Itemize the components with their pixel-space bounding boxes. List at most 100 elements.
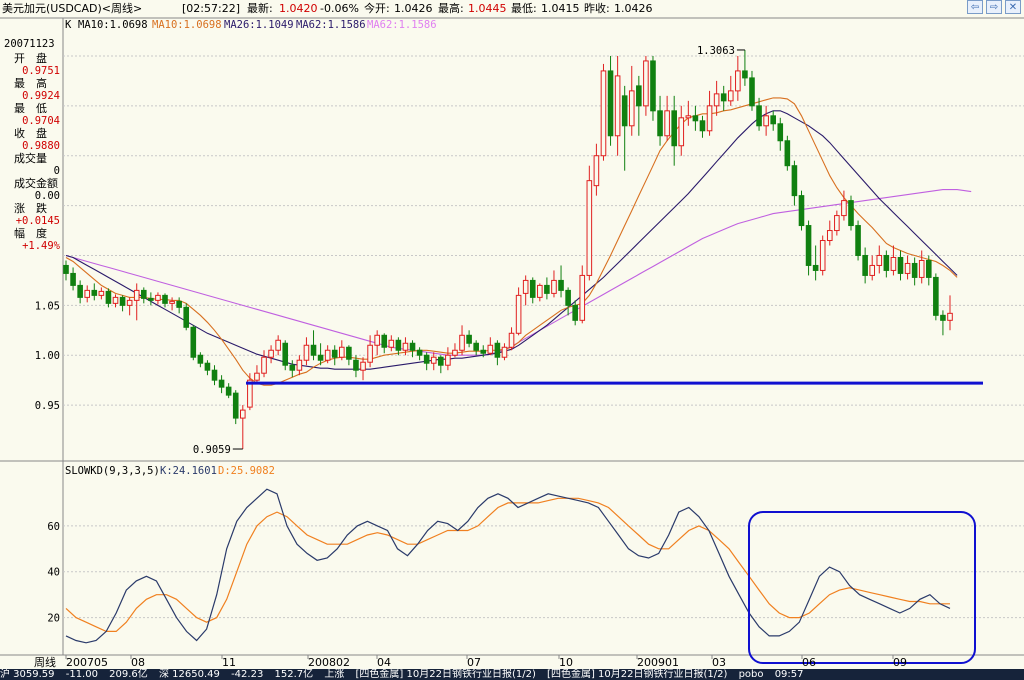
candle-body — [494, 342, 501, 358]
kd-y-tick: 20 — [47, 613, 60, 625]
ma-legend-ma62: MA62:1.1586 — [296, 19, 366, 31]
price-y-tick: 1.00 — [35, 350, 60, 362]
latest-value: 1.0420 — [279, 2, 318, 15]
candle-body — [607, 70, 614, 137]
ma-legend-ma26: MA26:1.1049 — [224, 19, 294, 31]
kd-d-path — [65, 497, 950, 633]
candle-body — [473, 342, 479, 351]
candle-body — [826, 230, 833, 242]
back-icon[interactable]: ⇦ — [967, 0, 983, 14]
candle-body — [438, 356, 444, 366]
candle-body — [119, 296, 126, 306]
info-label: 幅 度 — [14, 226, 47, 240]
candle-body — [537, 284, 543, 298]
chart-canvas: 美元加元(USDCAD)<周线> [02:57:22] 最新: 1.0420 -… — [0, 0, 1024, 669]
candle-body — [671, 110, 677, 147]
status-item: 152.7亿 — [274, 669, 314, 680]
candle-body — [324, 349, 331, 361]
candle-body — [268, 349, 274, 358]
candle-body — [692, 115, 699, 122]
candle-body — [579, 274, 586, 321]
status-bar: 沪 3059.59 -11.00 209.6亿 深 12650.49 -42.2… — [0, 669, 1024, 680]
candle-body — [841, 200, 847, 217]
candle-body — [218, 379, 225, 388]
candle-body — [551, 279, 557, 294]
status-item: -11.00 — [65, 669, 98, 680]
ma-legend-ma10: MA10:1.0698 — [78, 19, 148, 31]
status-item: -42.23 — [231, 669, 264, 680]
candle-body — [770, 115, 776, 125]
low-label: 最低: — [511, 2, 537, 15]
candle-body — [360, 361, 366, 371]
forward-icon[interactable]: ⇨ — [986, 0, 1002, 14]
info-value: 0.9880 — [22, 140, 60, 152]
candle-body — [254, 372, 260, 381]
candle-body — [742, 70, 748, 79]
candle-body — [197, 354, 204, 364]
candle-body — [798, 195, 805, 227]
candle-body — [480, 349, 487, 354]
info-value: +0.0145 — [16, 215, 60, 227]
candle-body — [275, 339, 281, 351]
candle-body — [812, 264, 819, 271]
candle-body — [169, 300, 175, 304]
candle-body — [855, 225, 861, 256]
ma-legend-k: K — [65, 19, 72, 31]
candle-body — [381, 334, 388, 348]
candle-body — [423, 354, 430, 364]
candle-body — [777, 123, 784, 142]
candle-body — [586, 180, 593, 276]
open-value: 1.0426 — [394, 2, 433, 15]
candle-body — [529, 279, 536, 298]
candle-body — [63, 264, 69, 274]
candle-body — [176, 300, 182, 308]
candle-body — [918, 259, 925, 278]
candle-body — [749, 77, 755, 107]
candle-body — [791, 165, 798, 197]
candle-body — [303, 344, 310, 361]
open-label: 今开: — [364, 1, 390, 15]
candle-body — [876, 254, 883, 266]
x-tick-label: 09 — [893, 656, 907, 669]
candle-body — [727, 90, 734, 102]
candle-body — [445, 354, 451, 366]
candle-body — [310, 344, 317, 356]
candle-body — [805, 225, 812, 266]
candle-body — [650, 60, 656, 112]
news-ticker[interactable]: [四色金属] 10月22日钢铁行业日报(1/2) — [547, 669, 727, 680]
candle-body — [501, 346, 508, 358]
candle-body — [225, 386, 232, 396]
candle-body — [204, 362, 211, 371]
ma-legend-ma10-b: MA10:1.0698 — [152, 19, 222, 31]
clock: 09:57 — [774, 669, 804, 680]
kd-legend-name: SLOWKD(9,3,3,5) — [65, 465, 160, 477]
news-ticker[interactable]: [四色金属] 10月22日钢铁行业日报(1/2) — [356, 669, 536, 680]
candle-body — [155, 294, 161, 301]
candle-body — [162, 294, 168, 304]
candle-body — [940, 314, 946, 321]
candle-body — [904, 262, 911, 274]
candle-body — [515, 294, 522, 334]
candle-body — [91, 289, 98, 296]
candle-body — [112, 296, 119, 304]
high-annotation: 1.3063 — [697, 45, 735, 57]
kd-legend-k: K:24.1601 — [160, 465, 217, 477]
info-panel: 开 盘0.9751最 高0.9924最 低0.9704收 盘0.9880成交量 0… — [14, 51, 61, 252]
candle-body — [148, 297, 154, 301]
candle-body — [544, 284, 550, 294]
candle-body — [784, 140, 791, 167]
latest-label: 最新: — [247, 1, 273, 15]
candle-body — [572, 304, 578, 321]
candle-body — [643, 60, 649, 107]
candle-body — [416, 349, 423, 356]
change-value: -0.06% — [320, 2, 359, 15]
candle-body — [848, 200, 854, 227]
candle-body — [466, 334, 472, 344]
candle-body — [593, 155, 600, 187]
candle-body — [735, 70, 741, 92]
x-tick-label: 200802 — [308, 656, 350, 669]
candle-body — [374, 334, 380, 346]
close-icon[interactable]: ✕ — [1005, 0, 1021, 14]
candle-body — [763, 115, 769, 127]
candle-body — [452, 349, 458, 356]
